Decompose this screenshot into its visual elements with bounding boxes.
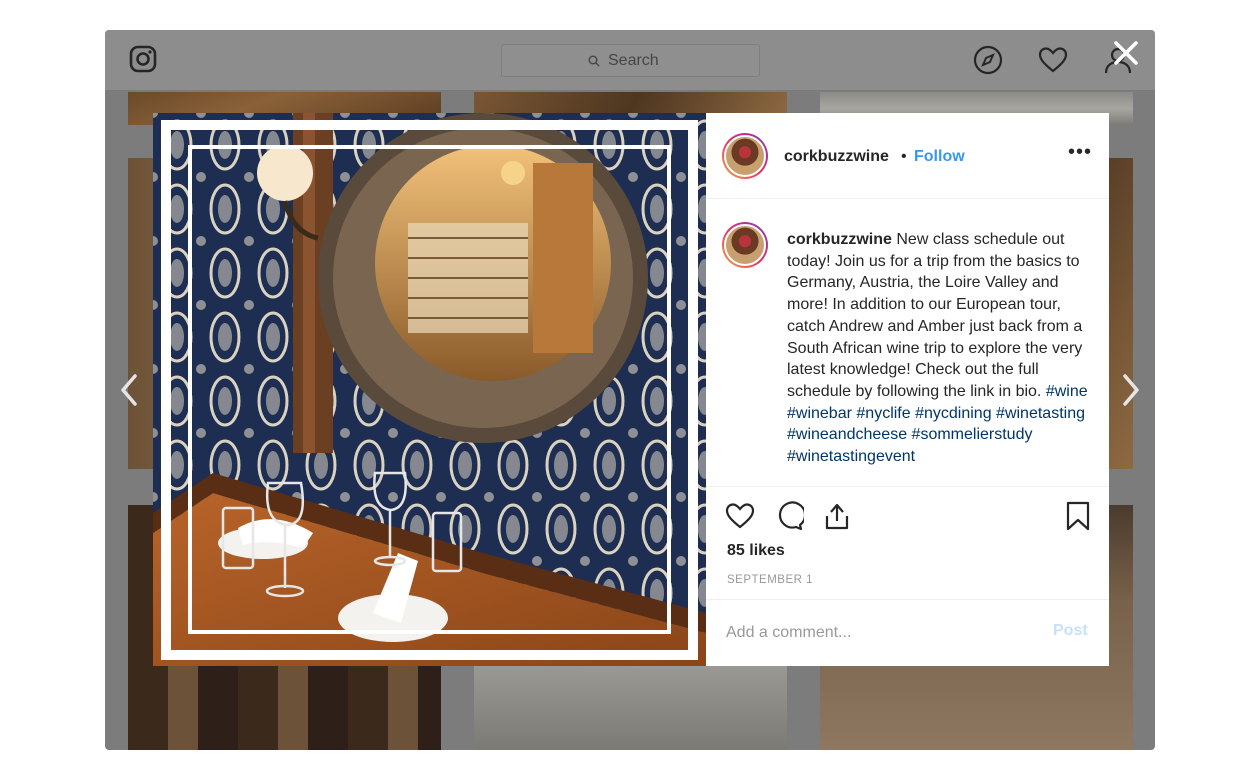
comment-icon[interactable]: [774, 501, 804, 531]
caption-text: New class schedule out today! Join us fo…: [787, 231, 1083, 400]
heart-icon[interactable]: [1038, 45, 1068, 75]
post-comment-button[interactable]: Post: [1053, 622, 1088, 640]
hashtag-link[interactable]: #wine: [1046, 383, 1088, 400]
separator-dot: •: [901, 148, 907, 165]
hashtag-link[interactable]: #wineandcheese: [787, 426, 907, 443]
post-caption: corkbuzzwine New class schedule out toda…: [787, 229, 1099, 468]
caption-username[interactable]: corkbuzzwine: [787, 231, 892, 248]
more-options-button[interactable]: •••: [1068, 141, 1092, 164]
likes-count[interactable]: 85 likes: [727, 542, 785, 560]
search-placeholder: Search: [608, 52, 659, 69]
caption-avatar[interactable]: [722, 222, 768, 268]
post-username[interactable]: corkbuzzwine: [784, 148, 889, 166]
hashtag-link[interactable]: #sommelierstudy: [912, 426, 1033, 443]
hashtag-link[interactable]: #winetasting: [996, 405, 1085, 422]
chevron-right-icon[interactable]: [1119, 370, 1143, 410]
explore-compass-icon[interactable]: [973, 45, 1003, 75]
caption-section: corkbuzzwine New class schedule out toda…: [706, 200, 1109, 486]
instagram-icon[interactable]: [129, 45, 157, 73]
top-navigation-bar: Search: [105, 30, 1155, 91]
search-icon: [588, 55, 600, 67]
hashtag-link[interactable]: #nycdining: [915, 405, 992, 422]
hashtag-link[interactable]: #winetastingevent: [787, 448, 915, 465]
post-header: corkbuzzwine • Follow •••: [706, 113, 1109, 199]
share-icon[interactable]: [822, 501, 852, 531]
post-date: SEPTEMBER 1: [727, 574, 814, 586]
avatar-image: [724, 135, 766, 177]
like-heart-icon[interactable]: [725, 501, 755, 531]
chevron-left-icon[interactable]: [117, 370, 141, 410]
app-window: Search corkbuzzwine • Follow ••• corkbuz…: [105, 30, 1155, 750]
avatar[interactable]: [722, 133, 768, 179]
avatar-image: [724, 224, 766, 266]
comment-box: Post: [706, 599, 1109, 666]
hashtag-link[interactable]: #nyclife: [856, 405, 910, 422]
bookmark-icon[interactable]: [1063, 501, 1093, 531]
hashtag-link[interactable]: #winebar: [787, 405, 852, 422]
comment-input[interactable]: [726, 620, 1026, 646]
post-actions: 85 likes SEPTEMBER 1: [706, 486, 1109, 599]
follow-button[interactable]: Follow: [914, 148, 965, 166]
post-details-panel: corkbuzzwine • Follow ••• corkbuzzwine N…: [706, 113, 1109, 666]
close-icon[interactable]: [1111, 38, 1141, 68]
wine-bar-photo: [153, 113, 706, 666]
post-image[interactable]: [153, 113, 706, 666]
search-input[interactable]: Search: [501, 44, 760, 77]
